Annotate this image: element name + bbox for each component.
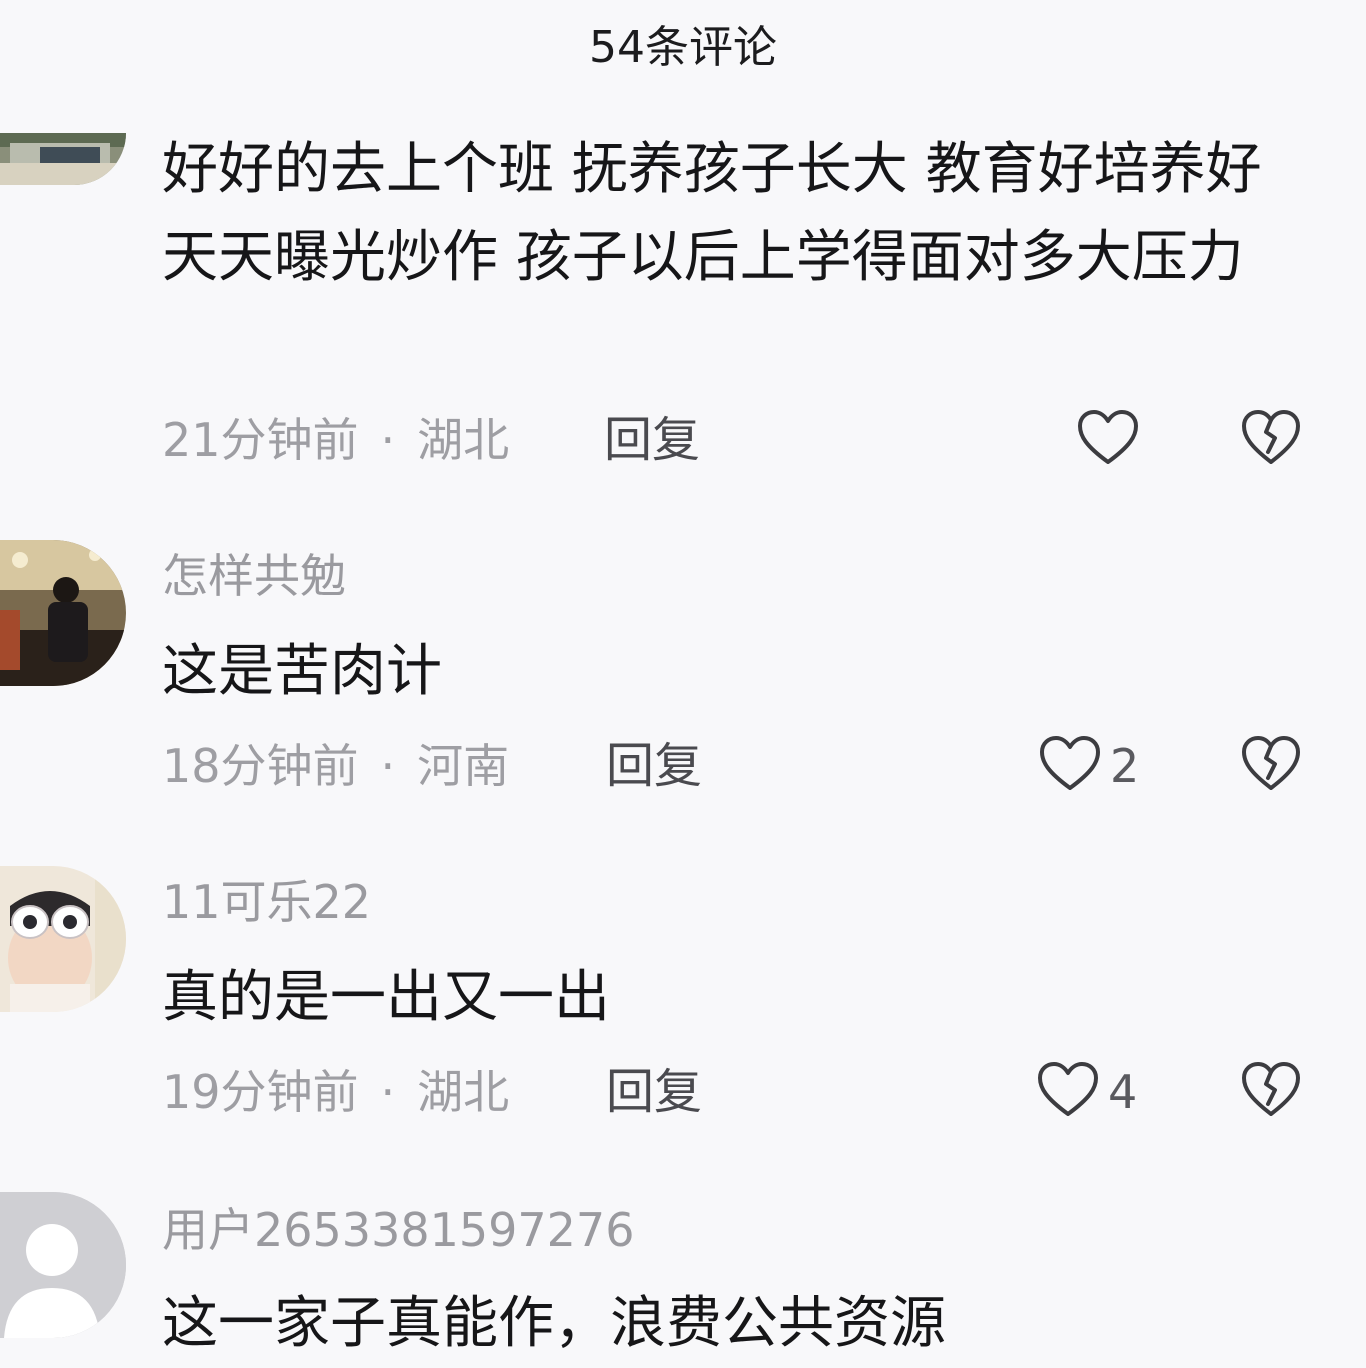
like-count: 2 [1110, 739, 1140, 793]
broken-heart-icon [1240, 1062, 1302, 1124]
reply-button[interactable]: 回复 [606, 736, 702, 796]
comment-location: 湖北 [417, 1065, 510, 1119]
broken-heart-icon [1240, 736, 1302, 798]
comment-meta: 19分钟前 · 湖北 [162, 1062, 509, 1122]
comment-meta: 21分钟前 · 湖北 [162, 410, 509, 470]
avatar[interactable] [0, 1192, 126, 1338]
comment-username[interactable]: 11可乐22 [162, 872, 371, 932]
comment-content: 这是苦肉计 [162, 639, 442, 704]
dislike-button[interactable] [1240, 408, 1302, 472]
reply-button[interactable]: 回复 [606, 1062, 702, 1122]
heart-outline-icon [1038, 734, 1102, 798]
comment-content: 这一家子真能作，浪费公共资源 [162, 1291, 946, 1356]
comments-header: 54条评论 [0, 0, 1366, 95]
meta-separator: · [380, 739, 396, 793]
comment-content: 真的是一出又一出 [162, 965, 610, 1030]
comment-meta: 18分钟前 · 河南 [162, 736, 509, 796]
comment-time: 19分钟前 [162, 1065, 359, 1119]
like-button[interactable]: 4 [1036, 1060, 1137, 1124]
meta-separator: · [380, 413, 396, 467]
comment-time: 21分钟前 [162, 413, 359, 467]
comment-count-title: 54条评论 [589, 22, 777, 73]
comment-username[interactable]: 怎样共勉 [162, 546, 346, 606]
like-button[interactable]: 2 [1038, 734, 1139, 798]
avatar[interactable] [0, 866, 126, 1012]
comment-username[interactable]: 用户2653381597276 [162, 1200, 634, 1260]
like-count: 4 [1108, 1065, 1138, 1119]
avatar[interactable] [0, 540, 126, 686]
comment-content: 好好的去上个班 抚养孩子长大 教育好培养好 天天曝光炒作 孩子以后上学得面对多大… [162, 137, 1262, 290]
heart-outline-icon [1036, 1060, 1100, 1124]
heart-outline-icon [1076, 408, 1140, 472]
dislike-button[interactable] [1240, 1060, 1302, 1124]
comment-location: 湖北 [417, 413, 510, 467]
meta-separator: · [380, 1065, 396, 1119]
dislike-button[interactable] [1240, 734, 1302, 798]
avatar[interactable] [0, 133, 126, 185]
broken-heart-icon [1240, 410, 1302, 472]
comment-location: 河南 [417, 739, 510, 793]
reply-button[interactable]: 回复 [604, 410, 700, 470]
comment-time: 18分钟前 [162, 739, 359, 793]
like-button[interactable] [1076, 408, 1140, 472]
